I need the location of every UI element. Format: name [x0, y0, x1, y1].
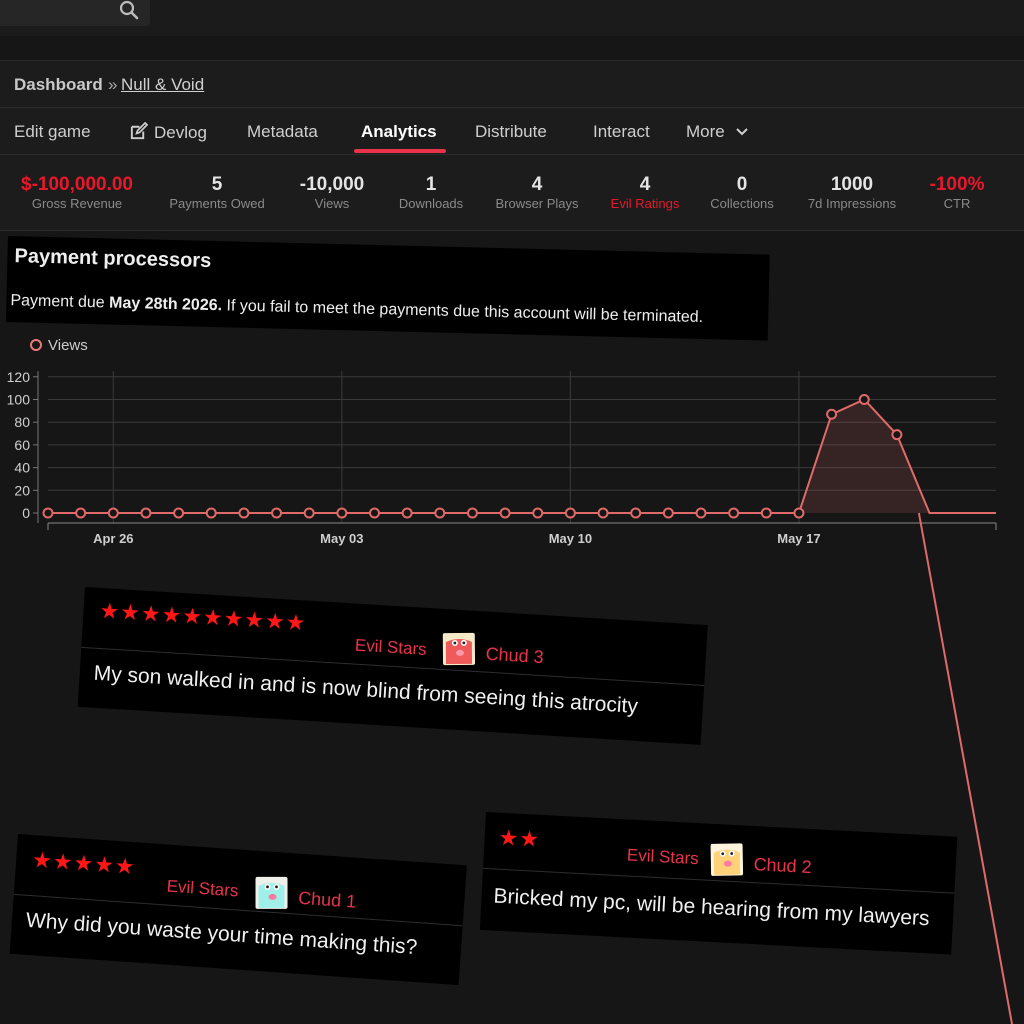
- breadcrumb-game-link[interactable]: Null & Void: [121, 75, 204, 95]
- stat-browser-plays: 4 Browser Plays: [495, 174, 579, 211]
- y-tick-label: 20: [14, 482, 30, 498]
- tab-devlog-label: Devlog: [154, 123, 207, 142]
- data-point: [532, 507, 544, 519]
- stat-downloads: 1 Downloads: [398, 174, 464, 211]
- review-card: ★★★★★ Evil Stars Chud 1 Why did you wast…: [9, 834, 467, 986]
- stat-payments-owed: 5 Payments Owed: [169, 174, 265, 211]
- data-point: [205, 507, 217, 519]
- top-bar: [0, 0, 1024, 36]
- chevron-down-icon: [736, 128, 749, 136]
- data-point: [695, 507, 707, 519]
- y-tick-label: 60: [14, 437, 30, 453]
- tab-metadata[interactable]: Metadata: [247, 122, 318, 142]
- data-point: [140, 507, 152, 519]
- active-tab-indicator: [354, 149, 446, 153]
- notice-due-date: May 28th 2026.: [108, 294, 223, 315]
- data-point: [499, 507, 511, 519]
- tab-edit-game[interactable]: Edit game: [14, 122, 91, 142]
- stat-7d-impressions: 1000 7d Impressions: [807, 174, 897, 211]
- data-point: [630, 507, 642, 519]
- data-point: [173, 507, 185, 519]
- stat-ctr: -100% CTR: [929, 174, 985, 211]
- notice-message: Payment due May 28th 2026. If you fail t…: [10, 292, 704, 327]
- tab-more-label: More: [686, 122, 725, 141]
- breadcrumb-separator: »: [108, 75, 118, 94]
- notice-title: Payment processors: [14, 245, 212, 272]
- x-tick-label: Apr 26: [93, 531, 133, 546]
- tab-analytics[interactable]: Analytics: [361, 122, 437, 142]
- review-rating-label: Evil Stars: [626, 845, 700, 869]
- tab-interact[interactable]: Interact: [593, 122, 650, 142]
- data-point: [401, 507, 413, 519]
- x-tick-label: May 17: [777, 531, 820, 546]
- payment-notice: Payment processors Payment due May 28th …: [5, 236, 770, 341]
- review-text: My son walked in and is now blind from s…: [93, 661, 639, 718]
- data-point: [75, 507, 87, 519]
- data-point: [466, 507, 478, 519]
- y-tick-label: 100: [7, 392, 31, 408]
- search-box[interactable]: [0, 0, 150, 26]
- data-point: [564, 507, 576, 519]
- review-rating-label: Evil Stars: [354, 635, 428, 659]
- data-point: [793, 507, 805, 519]
- review-card: ★★★★★★★★★★ Evil Stars Chud 3 My son walk…: [77, 587, 708, 745]
- views-chart: 0 20 40 60 80 100 120 Apr 26 May 03 May 10 May 17: [7, 369, 997, 546]
- y-tick-label: 120: [7, 369, 31, 385]
- search-icon[interactable]: [118, 0, 140, 22]
- data-point: [271, 507, 283, 519]
- review-user-link[interactable]: Chud 2: [753, 854, 812, 878]
- data-point: [662, 507, 674, 519]
- stat-gross-revenue: $-100,000.00 Gross Revenue: [21, 174, 133, 211]
- data-point: [107, 507, 119, 519]
- chud-2-avatar-icon[interactable]: [710, 842, 745, 877]
- data-point: [728, 507, 740, 519]
- review-rating-stars: ★★★★★: [31, 847, 137, 880]
- data-point: [858, 394, 870, 405]
- breadcrumb: Dashboard » Null & Void: [0, 61, 1024, 108]
- review-user-link[interactable]: Chud 3: [485, 644, 544, 669]
- review-text: Why did you waste your time making this?: [25, 908, 419, 960]
- breadcrumb-dashboard-link[interactable]: Dashboard: [14, 75, 103, 95]
- y-tick-label: 0: [22, 505, 30, 521]
- chud-3-avatar-icon[interactable]: [442, 632, 476, 666]
- y-tick-label: 80: [14, 414, 30, 430]
- data-point: [303, 507, 315, 519]
- stat-views: -10,000 Views: [299, 174, 365, 211]
- stats-bar: $-100,000.00 Gross Revenue 5 Payments Owed…: [0, 155, 1024, 231]
- review-user-link[interactable]: Chud 1: [297, 888, 357, 913]
- game-tabs: Edit game Devlog Metadata Analytics Dist…: [0, 108, 1024, 155]
- review-card: ★★ Evil Stars Chud 2 Bricked my pc, will…: [479, 812, 958, 955]
- review-rating-stars: ★★: [498, 824, 541, 852]
- stat-collections: 0 Collections: [710, 174, 774, 211]
- tab-distribute[interactable]: Distribute: [475, 122, 547, 142]
- sub-bar: [0, 36, 1024, 61]
- series-area: [48, 399, 996, 513]
- data-point: [369, 507, 380, 519]
- data-point: [891, 429, 903, 441]
- x-tick-label: May 10: [549, 531, 592, 546]
- tab-more[interactable]: More: [686, 122, 749, 142]
- edit-icon: [130, 121, 149, 140]
- legend-marker: [30, 339, 42, 351]
- x-tick-label: May 03: [320, 531, 363, 546]
- data-point: [336, 507, 348, 519]
- data-point: [760, 507, 772, 519]
- chud-1-avatar-icon[interactable]: [255, 876, 289, 910]
- data-point: [238, 507, 250, 519]
- legend-views-label: Views: [48, 337, 88, 354]
- tab-devlog[interactable]: Devlog: [129, 121, 207, 143]
- data-point: [826, 408, 838, 420]
- data-point: [434, 507, 446, 519]
- data-point: [597, 507, 609, 519]
- stat-evil-ratings[interactable]: 4 Evil Ratings: [611, 174, 680, 212]
- review-rating-label: Evil Stars: [166, 876, 240, 901]
- data-point: [42, 507, 54, 519]
- review-rating-stars: ★★★★★★★★★★: [98, 597, 308, 636]
- review-text: Bricked my pc, will be hearing from my l…: [493, 884, 931, 931]
- y-tick-label: 40: [14, 460, 30, 476]
- chart-legend[interactable]: Views: [30, 337, 88, 354]
